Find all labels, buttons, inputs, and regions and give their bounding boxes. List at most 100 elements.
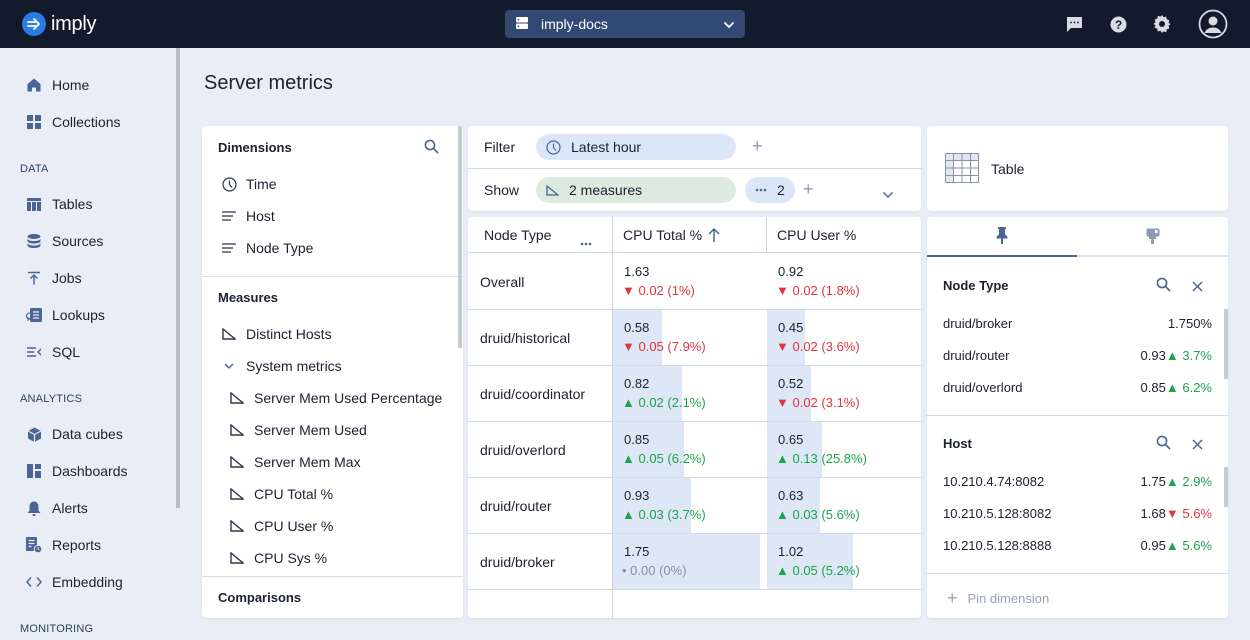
help-icon[interactable]: ? [1106,12,1130,36]
pin-scrollbar[interactable] [1224,309,1228,379]
show-pill-measures[interactable]: 2 measures [536,177,736,203]
measure-label: Server Mem Used [254,422,367,438]
more-measures-pill[interactable]: 2 [745,177,795,203]
measures-title: Measures [218,290,278,305]
add-measure-button[interactable]: + [803,179,814,200]
more-icon[interactable] [580,233,592,249]
sidebar-item-sources[interactable]: Sources [24,229,103,253]
sidebar-item-lookups[interactable]: Lookups [24,303,105,327]
table-grid-icon [945,153,979,186]
table-row[interactable]: 0.93 ▲ 0.03 (3.7%) 0.63 ▲ 0.03 (5.6%) druid/… [468,478,921,534]
sidebar-item-sql[interactable]: SQL [24,340,80,364]
dimensions-scrollbar[interactable] [458,126,462,348]
measure-item[interactable]: CPU Sys % [228,549,327,567]
logo[interactable]: imply [22,12,96,36]
sidebar-item-dashboards[interactable]: Dashboards [24,459,128,483]
chat-icon[interactable] [1062,12,1086,36]
delta-text: 0.02 (3.1%) [792,395,860,410]
measure-item[interactable]: Server Mem Max [228,453,361,471]
chevron-down-icon [220,357,238,375]
pin-row[interactable]: druid/router 0.93▲ 3.7% [943,348,1212,363]
search-icon[interactable] [424,139,439,157]
close-icon[interactable] [1192,279,1203,295]
measure-item[interactable]: Server Mem Used Percentage [228,389,442,407]
measure-icon [220,325,238,343]
cell-delta: ▼ 0.02 (3.1%) [776,395,860,410]
table-row[interactable]: 0.85 ▲ 0.05 (6.2%) 0.65 ▲ 0.13 (25.8%) druid… [468,422,921,478]
sidebar-item-data-cubes[interactable]: Data cubes [24,422,123,446]
down-arrow-icon: ▼ [622,283,639,298]
pin-row[interactable]: druid/broker 1.750% [943,316,1212,331]
dimension-node-type[interactable]: Node Type [220,239,313,257]
visualization-selector[interactable]: Table [927,126,1228,211]
tab-format[interactable] [1077,217,1228,257]
sidebar-item-home[interactable]: Home [24,73,89,97]
sidebar-item-tables[interactable]: Tables [24,192,92,216]
datasource-select[interactable]: imply-docs [505,10,745,38]
up-arrow-icon: ▲ [776,507,793,522]
expand-chevron-icon[interactable] [882,186,894,202]
clock-icon [546,139,561,155]
delta-text: 3.7% [1182,348,1212,363]
sidebar-item-alerts[interactable]: Alerts [24,496,88,520]
more-count: 2 [777,182,785,198]
sql-icon [24,342,44,362]
row-divider [468,589,921,590]
sidebar-scrollbar[interactable] [176,48,180,508]
delta-text: 6.2% [1182,380,1212,395]
column-header-node-type[interactable]: Node Type [468,217,612,253]
column-header-cpu-user[interactable]: CPU User % [767,217,921,253]
settings-icon[interactable] [1150,12,1174,36]
table-row[interactable]: 1.75 • 0.00 (0%) 1.02 ▲ 0.05 (5.2%) druid/br… [468,534,921,590]
user-avatar-icon[interactable] [1198,9,1228,39]
dimension-time[interactable]: Time [220,175,277,193]
sidebar-item-embedding[interactable]: Embedding [24,570,123,594]
column-header-cpu-total[interactable]: CPU Total % [613,217,766,253]
measure-label: CPU Total % [254,486,334,502]
sidebar-item-jobs[interactable]: Jobs [24,266,82,290]
value-bar [613,366,682,421]
pin-row[interactable]: druid/overlord 0.85▲ 6.2% [943,380,1212,395]
pin-row-value: 1.75▲ 2.9% [1141,474,1212,489]
lookup-icon [24,305,44,325]
pin-scrollbar[interactable] [1224,467,1228,507]
cell-delta: ▲ 0.13 (25.8%) [776,451,867,466]
pin-row[interactable]: 10.210.5.128:8888 0.95▲ 5.6% [943,538,1212,553]
filter-row: Filter Latest hour + [468,126,921,168]
dimension-host[interactable]: Host [220,207,275,225]
table-row[interactable]: 0.82 ▲ 0.02 (2.1%) 0.52 ▼ 0.02 (3.1%) druid/… [468,366,921,422]
pin-row[interactable]: 10.210.5.128:8082 1.68▼ 5.6% [943,506,1212,521]
sidebar-item-reports[interactable]: Reports [24,533,101,557]
sidebar-item-collections[interactable]: Collections [24,110,120,134]
measure-group-system-metrics[interactable]: System metrics [220,357,342,375]
measure-item[interactable]: CPU Total % [228,485,333,503]
table-row[interactable]: 1.63 ▼ 0.02 (1%) 0.92 ▼ 0.02 (1.8%) Overall [468,254,921,310]
add-filter-button[interactable]: + [752,136,763,157]
page-title: Server metrics [204,72,333,94]
close-icon[interactable] [1192,437,1203,453]
active-tab-indicator [927,255,1077,257]
row-label: druid/historical [480,330,571,346]
row-label: druid/coordinator [480,386,586,402]
pin-row[interactable]: 10.210.4.74:8082 1.75▲ 2.9% [943,474,1212,489]
table-row[interactable]: 0.58 ▼ 0.05 (7.9%) 0.45 ▼ 0.02 (3.6%) druid/… [468,310,921,366]
show-pill-label: 2 measures [569,182,643,198]
filter-pill-time[interactable]: Latest hour [536,134,736,160]
sort-ascending-icon[interactable] [708,227,720,246]
cell-delta: ▲ 0.05 (5.2%) [776,563,860,578]
cell-delta: ▼ 0.02 (3.6%) [776,339,860,354]
cell-delta: ▼ 0.05 (7.9%) [622,339,706,354]
pin-dimension-button[interactable]: + Pin dimension [947,588,1049,609]
value-bar [767,310,805,365]
comparisons-title: Comparisons [218,590,302,605]
dashboard-icon [24,461,44,481]
measure-item[interactable]: CPU User % [228,517,333,535]
measure-icon [228,517,246,535]
tab-pinboard[interactable] [927,217,1077,257]
pin-dimension-label: Pin dimension [967,591,1050,606]
measure-distinct-hosts[interactable]: Distinct Hosts [220,325,332,343]
search-icon[interactable] [1156,435,1171,453]
search-icon[interactable] [1156,277,1171,295]
measure-item[interactable]: Server Mem Used [228,421,367,439]
dimension-label: Host [246,208,275,224]
